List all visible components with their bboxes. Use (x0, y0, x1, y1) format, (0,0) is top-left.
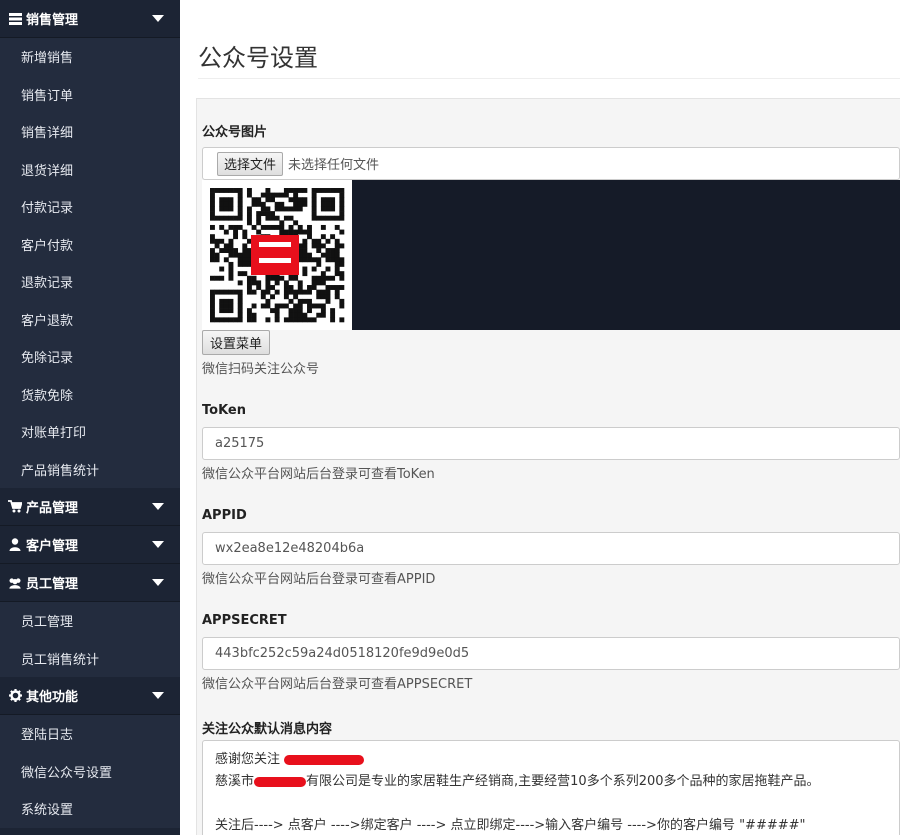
gear-icon (8, 689, 22, 703)
table-list-icon (8, 12, 22, 26)
qr-code-icon (210, 188, 345, 323)
welcome-line-2-suffix: 有限公司是专业的家居鞋生产经销商,主要经营10多个系列200多个品种的家居拖鞋产… (306, 774, 820, 789)
welcome-line-2-prefix: 慈溪市 (215, 774, 255, 789)
sidebar-item-product-sales-stats[interactable]: 产品销售统计 (0, 450, 180, 488)
appsecret-help-text: 微信公众平台网站后台登录可查看APPSECRET (202, 677, 473, 692)
sidebar-section-label: 客户管理 (26, 539, 79, 554)
sidebar-item-waiver-records[interactable]: 免除记录 (0, 338, 180, 376)
settings-form: 公众号图片 选择文件 未选择任何文件 设置菜单 微信扫码关注公众号 ToKen … (196, 98, 900, 835)
sidebar-section-label: 员工管理 (26, 577, 79, 592)
welcome-message-textarea[interactable]: 感谢您关注 慈溪市 有限公司是专业的家居鞋生产经销商,主要经营10多个系列200多… (202, 740, 900, 835)
caret-down-icon (152, 579, 164, 586)
welcome-line-3: 关注后----> 点客户 ---->绑定客户 ----> 点立即绑定---->输… (215, 818, 806, 833)
title-divider (198, 78, 900, 79)
choose-file-button[interactable]: 选择文件 (217, 151, 284, 176)
main-content: 公众号设置 公众号图片 选择文件 未选择任何文件 设置菜单 微信扫码关注公众号 … (180, 0, 900, 835)
appsecret-input[interactable]: 443bfc252c59a24d0518120fe9d9e0d5 (202, 637, 900, 670)
sidebar-item-system-settings[interactable]: 系统设置 (0, 790, 180, 828)
set-menu-button[interactable]: 设置菜单 (202, 330, 271, 355)
caret-down-icon (152, 503, 164, 510)
sidebar-item-sales-details[interactable]: 销售详细 (0, 113, 180, 151)
appid-input[interactable]: wx2ea8e12e48204b6a (202, 532, 900, 565)
sidebar-section-label: 销售管理 (26, 13, 79, 28)
sidebar-item-staff-sales-stats[interactable]: 员工销售统计 (0, 639, 180, 677)
caret-down-icon (152, 692, 164, 699)
token-input[interactable]: a25175 (202, 427, 900, 460)
sidebar-item-statement-print[interactable]: 对账单打印 (0, 413, 180, 451)
file-status-text: 未选择任何文件 (288, 158, 380, 173)
staff-submenu: 员工管理 员工销售统计 (0, 602, 180, 677)
cart-icon (8, 500, 22, 514)
sidebar-section-label: 其他功能 (26, 690, 79, 705)
sidebar: 销售管理 新增销售 销售订单 销售详细 退货详细 付款记录 客户付款 退款记录 … (0, 0, 180, 835)
sales-submenu: 新增销售 销售订单 销售详细 退货详细 付款记录 客户付款 退款记录 客户退款 … (0, 38, 180, 488)
sidebar-item-new-sale[interactable]: 新增销售 (0, 38, 180, 76)
sidebar-section-label: 产品管理 (26, 501, 79, 516)
qr-code-image (202, 180, 352, 330)
sidebar-item-wechat-settings[interactable]: 微信公众号设置 (0, 752, 180, 790)
appsecret-label: APPSECRET (202, 613, 287, 628)
sidebar-item-sales-orders[interactable]: 销售订单 (0, 75, 180, 113)
sidebar-item-customer-payment[interactable]: 客户付款 (0, 225, 180, 263)
image-field-label: 公众号图片 (202, 125, 268, 140)
user-icon (8, 538, 22, 552)
welcome-line-1-prefix: 感谢您关注 (215, 752, 281, 767)
appid-help-text: 微信公众平台网站后台登录可查看APPID (202, 572, 436, 587)
file-input[interactable]: 选择文件 未选择任何文件 (202, 147, 900, 180)
sidebar-item-payment-records[interactable]: 付款记录 (0, 188, 180, 226)
caret-down-icon (152, 541, 164, 548)
redaction-mark (254, 776, 307, 787)
welcome-message-label: 关注公众默认消息内容 (202, 722, 333, 737)
appid-label: APPID (202, 508, 247, 523)
image-preview-dark-area (352, 180, 900, 330)
caret-down-icon (152, 15, 164, 22)
sidebar-item-return-details[interactable]: 退货详细 (0, 150, 180, 188)
sidebar-item-refund-records[interactable]: 退款记录 (0, 263, 180, 301)
token-help-text: 微信公众平台网站后台登录可查看ToKen (202, 467, 435, 482)
sidebar-item-login-log[interactable]: 登陆日志 (0, 715, 180, 753)
redaction-mark (284, 754, 365, 765)
sidebar-section-customers[interactable]: 客户管理 (0, 526, 180, 564)
users-icon (8, 576, 22, 590)
sidebar-section-sales[interactable]: 销售管理 (0, 0, 180, 38)
welcome-line-2: 慈溪市 有限公司是专业的家居鞋生产经销商,主要经营10多个系列200多个品种的家居… (215, 771, 887, 793)
sidebar-section-products[interactable]: 产品管理 (0, 488, 180, 526)
welcome-line-1: 感谢您关注 (215, 749, 887, 771)
sidebar-section-other[interactable]: 其他功能 (0, 677, 180, 715)
sidebar-item-customer-refund[interactable]: 客户退款 (0, 300, 180, 338)
sidebar-section-staff[interactable]: 员工管理 (0, 564, 180, 602)
welcome-blank-line (215, 793, 887, 815)
other-submenu: 登陆日志 微信公众号设置 系统设置 (0, 715, 180, 828)
sidebar-item-staff-management[interactable]: 员工管理 (0, 602, 180, 640)
image-help-text: 微信扫码关注公众号 (202, 362, 320, 377)
sidebar-item-payment-waiver[interactable]: 货款免除 (0, 375, 180, 413)
token-label: ToKen (202, 403, 246, 418)
page-title: 公众号设置 (198, 44, 318, 72)
